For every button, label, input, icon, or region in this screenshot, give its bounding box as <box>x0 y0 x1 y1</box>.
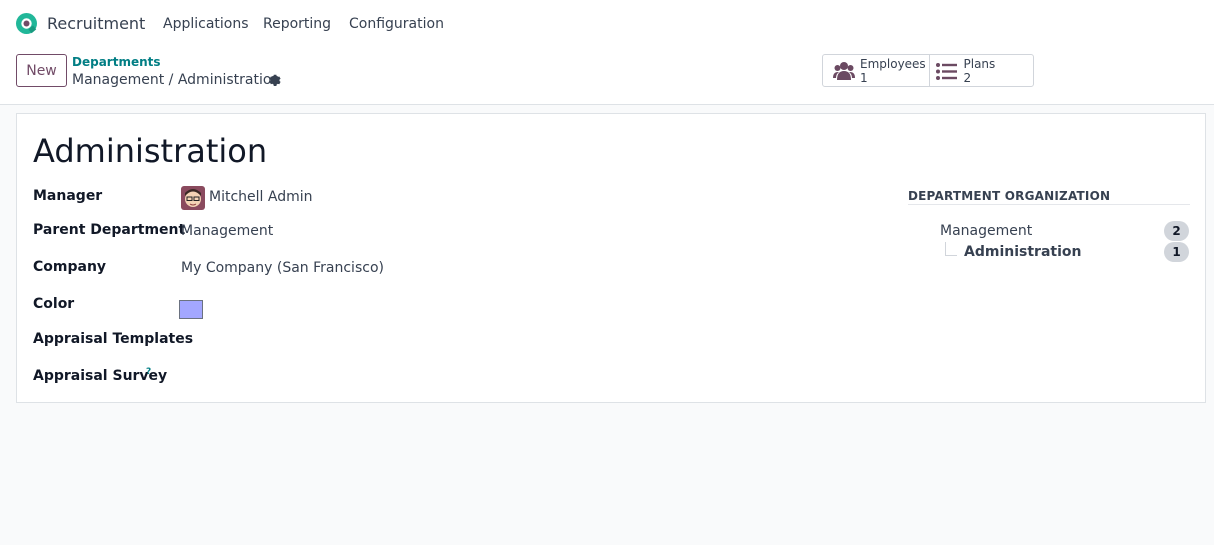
org-child-count-badge: 1 <box>1164 242 1189 262</box>
avatar <box>181 186 205 210</box>
org-divider <box>908 204 1190 205</box>
record-title[interactable]: Administration <box>33 132 267 170</box>
menu-reporting[interactable]: Reporting <box>263 16 331 32</box>
avatar-image-icon <box>181 186 205 210</box>
parent-department-value[interactable]: Management <box>181 223 273 239</box>
form-sheet: Administration Manager Mitchell Admin Pa… <box>16 113 1206 403</box>
color-swatch[interactable] <box>179 300 203 319</box>
plans-smart-button[interactable]: Plans 2 <box>930 55 1034 86</box>
org-parent-department[interactable]: Management <box>940 223 1032 239</box>
breadcrumb-current: Management / Administration <box>72 72 281 88</box>
manager-value[interactable]: Mitchell Admin <box>209 189 313 205</box>
company-value[interactable]: My Company (San Francisco) <box>181 260 384 276</box>
org-tree-connector <box>945 242 957 256</box>
smart-buttons: Employees 1 Plans 2 <box>822 54 1034 87</box>
new-button[interactable]: New <box>16 54 67 87</box>
employees-count: 1 <box>860 71 868 85</box>
org-section-title: DEPARTMENT ORGANIZATION <box>908 189 1111 203</box>
parent-department-label: Parent Department <box>33 222 186 238</box>
manager-label: Manager <box>33 188 103 204</box>
company-label: Company <box>33 259 107 275</box>
appraisal-templates-label: Appraisal Templates <box>33 331 194 347</box>
help-tooltip-icon[interactable]: ? <box>146 367 151 377</box>
users-icon <box>833 62 855 80</box>
org-current-department: Administration <box>964 244 1082 260</box>
list-icon <box>935 63 957 80</box>
menu-configuration[interactable]: Configuration <box>349 16 444 32</box>
org-parent-count-badge: 2 <box>1164 221 1189 241</box>
breadcrumb-departments[interactable]: Departments <box>72 55 161 69</box>
color-label: Color <box>33 296 75 312</box>
plans-count: 2 <box>963 71 972 85</box>
employees-label: Employees <box>860 57 926 71</box>
menu-applications[interactable]: Applications <box>163 16 249 32</box>
plans-label: Plans <box>963 57 996 71</box>
app-name[interactable]: Recruitment <box>47 14 145 33</box>
top-navbar: Recruitment Applications Reporting Confi… <box>0 0 1214 46</box>
app-logo-icon[interactable] <box>16 13 37 34</box>
gear-icon[interactable] <box>268 73 282 87</box>
control-panel: New Departments Management / Administrat… <box>0 46 1214 105</box>
employees-smart-button[interactable]: Employees 1 <box>823 55 930 86</box>
